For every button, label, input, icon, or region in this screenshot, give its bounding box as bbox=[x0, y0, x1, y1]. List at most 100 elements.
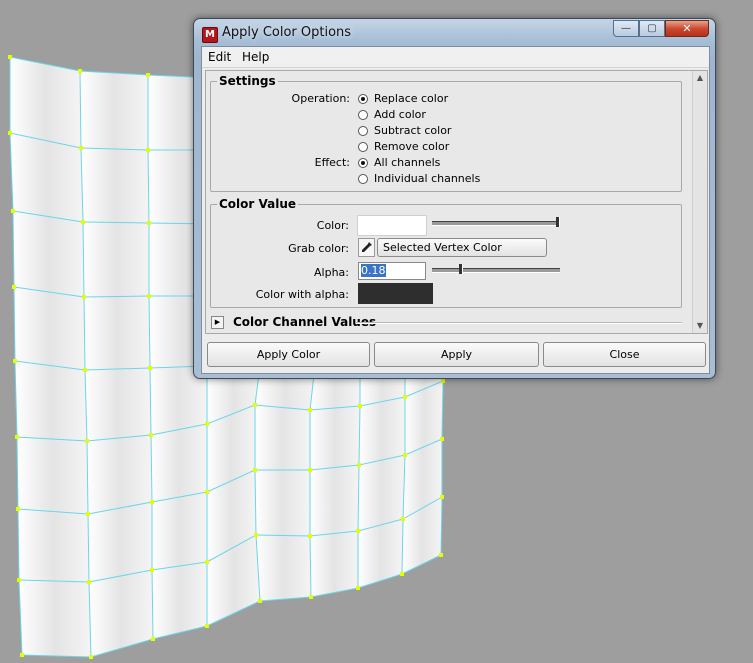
mesh-vertex[interactable] bbox=[205, 490, 209, 494]
menu-bar: Edit Help bbox=[202, 47, 709, 68]
scroll-down-arrow-icon[interactable]: ▼ bbox=[695, 321, 705, 331]
mesh-face bbox=[18, 509, 89, 582]
radio-replace-color[interactable] bbox=[358, 94, 368, 104]
color-value-group: Color Value Color: Grab color: Selected … bbox=[210, 197, 682, 308]
effect-label: Effect: bbox=[314, 156, 350, 169]
selected-vertex-color-button[interactable]: Selected Vertex Color bbox=[377, 238, 547, 257]
expand-arrow-icon[interactable]: ▶ bbox=[211, 316, 224, 329]
mesh-vertex[interactable] bbox=[403, 395, 407, 399]
mesh-vertex[interactable] bbox=[11, 209, 15, 213]
mesh-vertex[interactable] bbox=[16, 507, 20, 511]
mesh-vertex[interactable] bbox=[439, 553, 443, 557]
alpha-input[interactable]: 0.18 bbox=[358, 262, 426, 280]
mesh-vertex[interactable] bbox=[147, 294, 151, 298]
mesh-vertex[interactable] bbox=[150, 568, 154, 572]
mesh-vertex[interactable] bbox=[357, 463, 361, 467]
close-window-button[interactable]: ✕ bbox=[665, 20, 709, 37]
radio-subtract-color[interactable] bbox=[358, 126, 368, 136]
mesh-vertex[interactable] bbox=[17, 578, 21, 582]
mesh-vertex[interactable] bbox=[309, 595, 313, 599]
eyedropper-icon[interactable] bbox=[358, 238, 375, 257]
mesh-vertex[interactable] bbox=[85, 439, 89, 443]
mesh-face bbox=[255, 405, 310, 470]
mesh-vertex[interactable] bbox=[253, 468, 257, 472]
mesh-vertex[interactable] bbox=[20, 653, 24, 657]
mesh-face bbox=[15, 361, 87, 441]
mesh-vertex[interactable] bbox=[8, 131, 12, 135]
apply-color-button[interactable]: Apply Color bbox=[207, 342, 370, 367]
mesh-vertex[interactable] bbox=[205, 560, 209, 564]
mesh-vertex[interactable] bbox=[81, 220, 85, 224]
radio-all-channels[interactable] bbox=[358, 158, 368, 168]
mesh-vertex[interactable] bbox=[150, 500, 154, 504]
mesh-vertex[interactable] bbox=[87, 580, 91, 584]
close-button[interactable]: Close bbox=[543, 342, 706, 367]
mesh-vertex[interactable] bbox=[78, 69, 82, 73]
mesh-vertex[interactable] bbox=[146, 148, 150, 152]
mesh-face bbox=[19, 580, 91, 657]
mesh-vertex[interactable] bbox=[400, 572, 404, 576]
title-bar[interactable]: M Apply Color Options — ▢ ✕ bbox=[194, 19, 715, 49]
mesh-vertex[interactable] bbox=[86, 512, 90, 516]
mesh-vertex[interactable] bbox=[308, 534, 312, 538]
mesh-face bbox=[14, 287, 85, 370]
radio-individual-channels-label[interactable]: Individual channels bbox=[374, 172, 480, 185]
mesh-vertex[interactable] bbox=[440, 495, 444, 499]
color-slider-track[interactable] bbox=[432, 221, 559, 226]
radio-individual-channels[interactable] bbox=[358, 174, 368, 184]
mesh-vertex[interactable] bbox=[148, 366, 152, 370]
mesh-vertex[interactable] bbox=[356, 586, 360, 590]
mesh-vertex[interactable] bbox=[401, 517, 405, 521]
mesh-vertex[interactable] bbox=[258, 599, 262, 603]
radio-all-channels-label[interactable]: All channels bbox=[374, 156, 440, 169]
mesh-vertex[interactable] bbox=[254, 533, 258, 537]
minimize-button[interactable]: — bbox=[613, 20, 639, 37]
radio-remove-color[interactable] bbox=[358, 142, 368, 152]
mesh-vertex[interactable] bbox=[149, 433, 153, 437]
dialog-client: Edit Help Settings Operation: Replace co… bbox=[201, 46, 710, 374]
mesh-vertex[interactable] bbox=[403, 453, 407, 457]
alpha-slider-thumb[interactable] bbox=[459, 264, 464, 274]
mesh-vertex[interactable] bbox=[83, 368, 87, 372]
mesh-face bbox=[151, 424, 207, 502]
options-scroll-area[interactable]: Settings Operation: Replace color Add co… bbox=[205, 70, 708, 334]
mesh-vertex[interactable] bbox=[151, 637, 155, 641]
mesh-face bbox=[17, 437, 88, 514]
radio-add-color[interactable] bbox=[358, 110, 368, 120]
mesh-vertex[interactable] bbox=[12, 285, 16, 289]
mesh-vertex[interactable] bbox=[308, 408, 312, 412]
mesh-vertex[interactable] bbox=[205, 422, 209, 426]
mesh-vertex[interactable] bbox=[308, 468, 312, 472]
mesh-vertex[interactable] bbox=[441, 379, 445, 383]
mesh-vertex[interactable] bbox=[8, 55, 12, 59]
alpha-slider-track[interactable] bbox=[432, 268, 560, 273]
mesh-vertex[interactable] bbox=[15, 435, 19, 439]
maximize-button[interactable]: ▢ bbox=[639, 20, 665, 37]
radio-add-color-label[interactable]: Add color bbox=[374, 108, 426, 121]
mesh-face bbox=[89, 570, 153, 657]
mesh-vertex[interactable] bbox=[89, 655, 93, 659]
apply-button[interactable]: Apply bbox=[374, 342, 539, 367]
mesh-face bbox=[310, 465, 359, 536]
scroll-up-arrow-icon[interactable]: ▲ bbox=[695, 73, 705, 83]
mesh-vertex[interactable] bbox=[79, 146, 83, 150]
color-channel-values-title[interactable]: Color Channel Values bbox=[233, 315, 376, 329]
menu-edit[interactable]: Edit bbox=[208, 50, 231, 64]
mesh-vertex[interactable] bbox=[358, 404, 362, 408]
vertical-scrollbar[interactable]: ▲ ▼ bbox=[692, 71, 707, 333]
mesh-vertex[interactable] bbox=[13, 359, 17, 363]
radio-remove-color-label[interactable]: Remove color bbox=[374, 140, 449, 153]
mesh-vertex[interactable] bbox=[253, 403, 257, 407]
mesh-vertex[interactable] bbox=[147, 221, 151, 225]
menu-help[interactable]: Help bbox=[242, 50, 269, 64]
mesh-vertex[interactable] bbox=[356, 529, 360, 533]
color-with-alpha-label: Color with alpha: bbox=[255, 288, 349, 301]
mesh-vertex[interactable] bbox=[205, 624, 209, 628]
radio-replace-color-label[interactable]: Replace color bbox=[374, 92, 448, 105]
radio-subtract-color-label[interactable]: Subtract color bbox=[374, 124, 451, 137]
color-swatch[interactable] bbox=[357, 215, 427, 236]
mesh-vertex[interactable] bbox=[82, 295, 86, 299]
mesh-vertex[interactable] bbox=[440, 437, 444, 441]
mesh-vertex[interactable] bbox=[146, 73, 150, 77]
color-slider-thumb[interactable] bbox=[556, 217, 560, 227]
